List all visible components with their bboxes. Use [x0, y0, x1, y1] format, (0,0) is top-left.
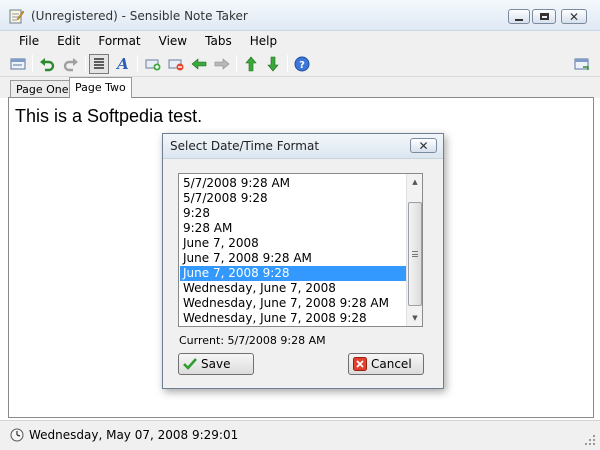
close-icon: ✕ — [568, 9, 580, 24]
help-button[interactable]: ? — [292, 54, 312, 74]
menu-view[interactable]: View — [148, 34, 194, 48]
format-option[interactable]: June 7, 2008 — [180, 236, 407, 251]
format-option[interactable]: Wednesday, June 7, 2008 — [180, 281, 407, 296]
notes-icon — [10, 58, 26, 70]
window-title: (Unregistered) - Sensible Note Taker — [31, 9, 248, 23]
remove-tab-icon — [168, 59, 184, 71]
format-option[interactable]: 9:28 AM — [180, 221, 407, 236]
menu-format[interactable]: Format — [87, 34, 147, 48]
undo-button[interactable] — [37, 54, 57, 74]
menu-help[interactable]: Help — [239, 34, 284, 48]
move-left-icon — [191, 58, 207, 70]
undo-icon — [40, 58, 55, 72]
toolbar-separator — [32, 55, 33, 72]
menu-tabs[interactable]: Tabs — [194, 34, 239, 48]
format-option[interactable]: Wednesday, June 7, 2008 9:28 AM — [180, 296, 407, 311]
tab-label: Page Two — [75, 81, 126, 94]
toolbar: A ? — [0, 50, 600, 77]
dialog-close-button[interactable]: ✕ — [410, 138, 437, 153]
menu-file[interactable]: File — [8, 34, 46, 48]
move-up-icon — [245, 56, 257, 72]
move-right-icon — [214, 58, 230, 70]
new-window-button[interactable] — [572, 54, 592, 74]
scroll-up-icon[interactable]: ▲ — [407, 174, 422, 190]
vertical-scrollbar[interactable]: ▲ ▼ — [406, 174, 422, 326]
justify-icon — [94, 58, 104, 69]
move-right-button[interactable] — [212, 54, 232, 74]
svg-text:?: ? — [299, 60, 305, 71]
status-datetime: Wednesday, May 07, 2008 9:29:01 — [29, 428, 239, 442]
help-icon: ? — [294, 56, 310, 72]
close-button[interactable]: ✕ — [561, 9, 587, 24]
format-option[interactable]: June 7, 2008 9:28 AM — [180, 251, 407, 266]
scroll-down-icon[interactable]: ▼ — [407, 310, 422, 326]
toolbar-separator — [137, 55, 138, 72]
maximize-button[interactable] — [532, 9, 556, 24]
font-icon: A — [117, 55, 129, 73]
cancel-label: Cancel — [371, 357, 412, 371]
move-left-button[interactable] — [189, 54, 209, 74]
tab-label: Page One — [16, 83, 69, 96]
cancel-x-icon — [353, 357, 367, 371]
title-bar: (Unregistered) - Sensible Note Taker ✕ — [0, 0, 600, 31]
move-up-button[interactable] — [241, 54, 261, 74]
dialog-title-bar: Select Date/Time Format ✕ — [163, 134, 443, 159]
toolbar-separator — [85, 55, 86, 72]
menu-bar: File Edit Format View Tabs Help — [0, 31, 600, 50]
new-window-icon — [574, 58, 589, 70]
save-button[interactable]: Save — [178, 353, 254, 375]
add-tab-icon — [145, 59, 161, 71]
tab-strip: Page One Page Two — [0, 77, 600, 99]
dialog-title: Select Date/Time Format — [170, 139, 320, 153]
minimize-button[interactable] — [508, 9, 530, 24]
move-down-icon — [267, 56, 279, 72]
note-text[interactable]: This is a Softpedia test. — [15, 106, 202, 127]
grip-icon — [412, 251, 418, 257]
format-option[interactable]: 5/7/2008 9:28 — [180, 191, 407, 206]
justify-button[interactable] — [89, 54, 109, 74]
add-tab-button[interactable] — [143, 54, 163, 74]
toolbar-separator — [236, 55, 237, 72]
redo-icon — [63, 58, 78, 72]
remove-tab-button[interactable] — [166, 54, 186, 74]
font-button[interactable]: A — [113, 54, 133, 74]
minimize-icon — [515, 18, 523, 21]
save-label: Save — [201, 357, 231, 371]
redo-button[interactable] — [61, 54, 81, 74]
clock-icon — [10, 428, 24, 442]
app-notepad-icon — [9, 9, 24, 24]
toolbar-separator — [287, 55, 288, 72]
move-down-button[interactable] — [263, 54, 283, 74]
current-format-label: Current: 5/7/2008 9:28 AM — [179, 334, 326, 347]
notes-button[interactable] — [8, 54, 28, 74]
format-option[interactable]: 9:28 — [180, 206, 407, 221]
status-bar: Wednesday, May 07, 2008 9:29:01 — [0, 420, 600, 450]
menu-edit[interactable]: Edit — [46, 34, 87, 48]
tab-page-two[interactable]: Page Two — [69, 77, 132, 98]
format-listbox[interactable]: 5/7/2008 9:28 AM 5/7/2008 9:28 9:28 9:28… — [178, 173, 423, 327]
date-time-format-dialog: Select Date/Time Format ✕ 5/7/2008 9:28 … — [162, 133, 444, 389]
close-icon: ✕ — [418, 138, 429, 153]
resize-grip-icon[interactable] — [584, 434, 596, 446]
format-option-selected[interactable]: June 7, 2008 9:28 — [180, 266, 407, 281]
maximize-icon — [539, 13, 549, 20]
cancel-button[interactable]: Cancel — [348, 353, 424, 375]
format-option[interactable]: 5/7/2008 9:28 AM — [180, 176, 407, 191]
scroll-thumb[interactable] — [408, 202, 422, 306]
checkmark-icon — [183, 358, 197, 370]
format-option[interactable]: Wednesday, June 7, 2008 9:28 — [180, 311, 407, 326]
